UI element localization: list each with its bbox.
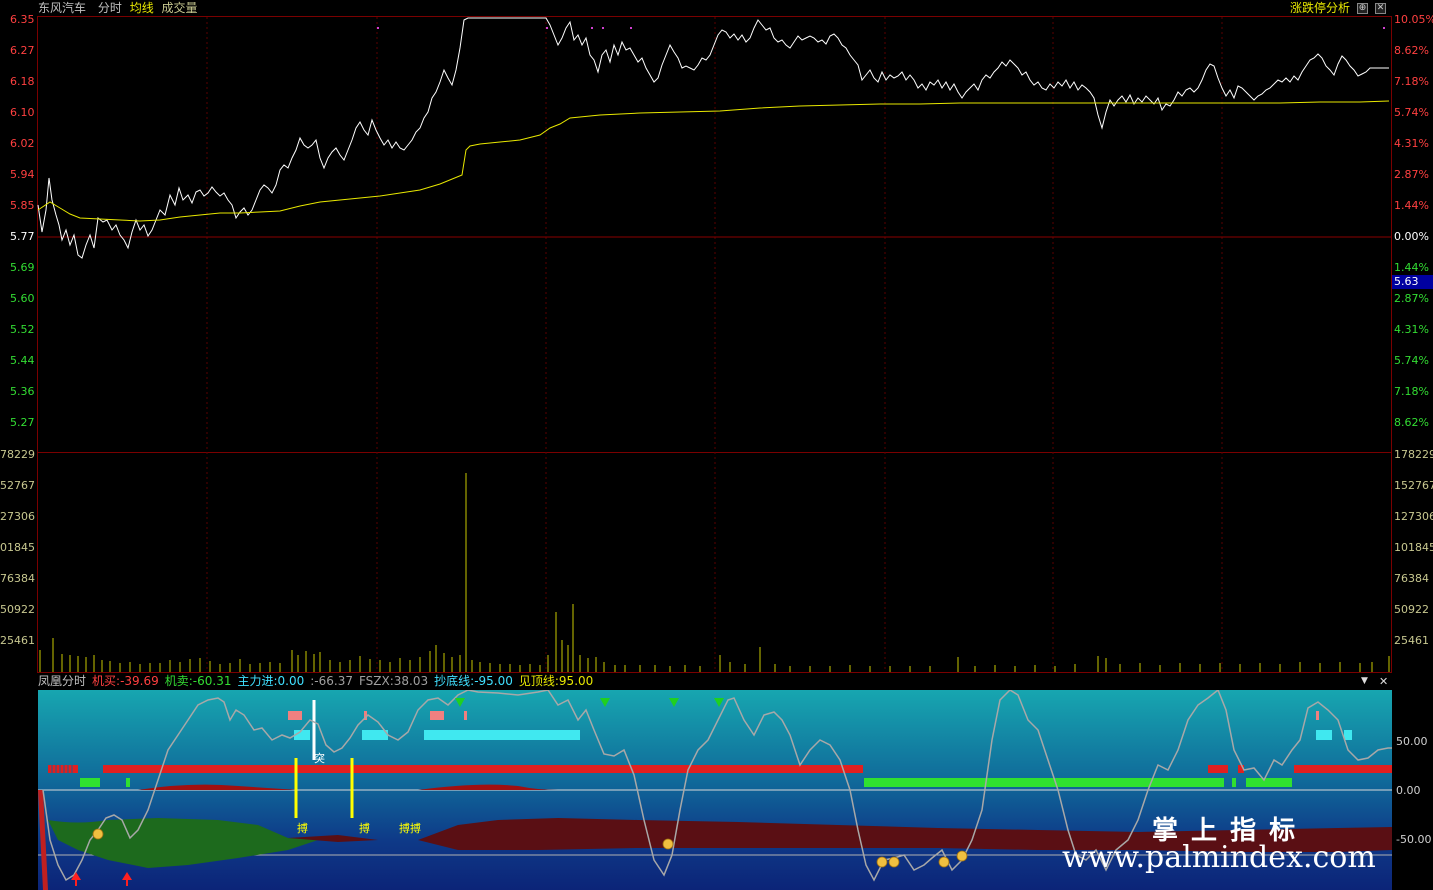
- pct-tick: 7.18%: [1394, 385, 1429, 398]
- buy-value: -39.69: [120, 674, 159, 688]
- price-tick: 5.44: [10, 354, 35, 367]
- marker-bo: 搏: [359, 822, 370, 835]
- volume-tick: 50922: [1394, 603, 1429, 616]
- main-in-value: 0.00: [277, 674, 305, 688]
- marker-tu: 突: [314, 752, 325, 765]
- dropdown-icon[interactable]: ▼: [1361, 676, 1368, 686]
- volume-tick: 101845: [1394, 541, 1433, 554]
- fszx-label: FSZX:: [358, 674, 394, 688]
- price-tick: 5.60: [10, 292, 35, 305]
- volume-tick: 52767: [0, 479, 35, 492]
- volume-tick: 50922: [0, 603, 35, 616]
- price-tick: 6.10: [10, 106, 35, 119]
- pct-tick: 7.18%: [1394, 75, 1429, 88]
- price-tick: 6.18: [10, 75, 35, 88]
- pct-tick: 10.05%: [1394, 13, 1433, 26]
- watermark-url: www.palmindex.com: [1062, 840, 1376, 875]
- price-tick: 5.27: [10, 416, 35, 429]
- main-in-label: 主力进:: [237, 674, 278, 688]
- pct-tick: 1.44%: [1394, 261, 1429, 274]
- pct-tick: 4.31%: [1394, 323, 1429, 336]
- pct-tick: 5.74%: [1394, 106, 1429, 119]
- volume-tick: 76384: [0, 572, 35, 585]
- current-price-tag: 5.63: [1392, 275, 1433, 289]
- indicator-name[interactable]: 凤凰分时: [38, 674, 86, 688]
- pct-tick: 5.74%: [1394, 354, 1429, 367]
- volume-tick: 178229: [1394, 448, 1433, 461]
- price-tick: 5.36: [10, 385, 35, 398]
- sell-label: 机卖:: [164, 674, 193, 688]
- volume-tick: 25461: [1394, 634, 1429, 647]
- volume-tick: 01845: [0, 541, 35, 554]
- indicator-tick: 0.00: [1396, 784, 1421, 797]
- price-line: [37, 17, 1389, 259]
- top-line-label: 见顶线:: [518, 674, 559, 688]
- price-tick: 6.02: [10, 137, 35, 150]
- price-tick: 5.94: [10, 168, 35, 181]
- top-line-value: 95.00: [558, 674, 594, 688]
- buy-label: 机买:: [92, 674, 121, 688]
- price-tick: 5.85: [10, 199, 35, 212]
- bottom-line-value: -95.00: [474, 674, 513, 688]
- close-indicator-icon[interactable]: ✕: [1379, 675, 1388, 688]
- price-tick: 5.77: [10, 230, 35, 243]
- price-tick: 5.69: [10, 261, 35, 274]
- price-tick: 6.35: [10, 13, 35, 26]
- price-tick: 6.27: [10, 44, 35, 57]
- sell-value: -60.31: [192, 674, 232, 688]
- bottom-line-label: 抄底线:: [434, 674, 475, 688]
- marker-bo: 搏: [297, 822, 308, 835]
- volume-tick: 25461: [0, 634, 35, 647]
- pct-tick: 1.44%: [1394, 199, 1429, 212]
- marker-bobo: 搏搏: [399, 822, 421, 835]
- avg-price-line: [37, 100, 1390, 222]
- indicator-tick: -50.00: [1396, 833, 1432, 846]
- indicator-legend: 凤凰分时 机买:-39.69 机卖:-60.31 主力进:0.00 :-66.37 FSZ…: [38, 673, 1392, 690]
- price-tick: 5.52: [10, 323, 35, 336]
- pct-tick: 2.87%: [1394, 292, 1429, 305]
- pct-tick: 8.62%: [1394, 416, 1429, 429]
- extra-value: :-66.37: [310, 674, 353, 688]
- pct-tick: 8.62%: [1394, 44, 1429, 57]
- pct-tick: 0.00%: [1394, 230, 1429, 243]
- volume-tick: 152767: [1394, 479, 1433, 492]
- pct-tick: 4.31%: [1394, 137, 1429, 150]
- indicator-tick: 50.00: [1396, 735, 1428, 748]
- volume-tick: 78229: [0, 448, 35, 461]
- fszx-value: 38.03: [393, 674, 429, 688]
- pct-tick: 2.87%: [1394, 168, 1429, 181]
- volume-tick: 76384: [1394, 572, 1429, 585]
- volume-tick: 27306: [0, 510, 35, 523]
- volume-tick: 127306: [1394, 510, 1433, 523]
